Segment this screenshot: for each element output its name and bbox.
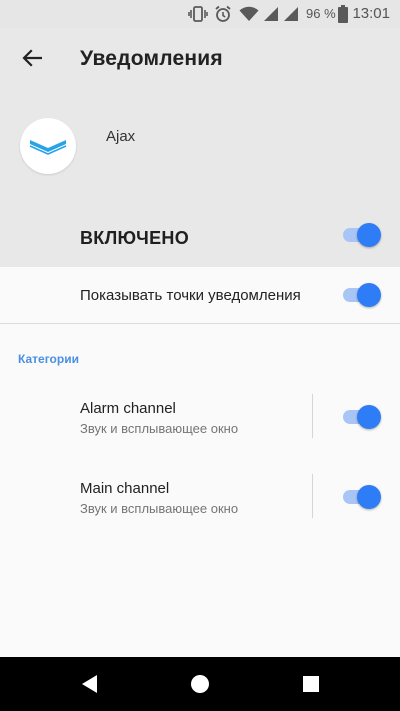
toggle-thumb xyxy=(357,485,381,509)
clock: 13:01 xyxy=(352,5,390,22)
vibrate-icon xyxy=(188,5,208,23)
alarm-icon xyxy=(213,5,233,23)
ajax-logo-icon xyxy=(29,137,67,155)
arrow-back-icon xyxy=(22,49,42,67)
show-notification-dots-row[interactable]: Показывать точки уведомления xyxy=(0,267,400,323)
recents-icon xyxy=(302,675,320,693)
app-header: Уведомления Ajax ВКЛЮЧЕНО xyxy=(0,28,400,267)
navigation-bar xyxy=(0,657,400,711)
app-icon xyxy=(20,118,76,174)
channel-row-alarm[interactable]: Alarm channel Звук и всплывающее окно xyxy=(0,390,400,450)
battery-percent: 96 % xyxy=(306,6,336,21)
channel-title: Alarm channel xyxy=(80,400,176,417)
toggle-thumb xyxy=(357,223,381,247)
wifi-icon xyxy=(238,5,260,23)
back-button[interactable] xyxy=(14,44,50,72)
vertical-divider xyxy=(312,394,313,438)
status-bar: 96 % 13:01 xyxy=(0,0,400,28)
toggle-thumb xyxy=(357,283,381,307)
nav-back-button[interactable] xyxy=(77,671,103,697)
home-icon xyxy=(190,674,210,694)
nav-home-button[interactable] xyxy=(187,671,213,697)
channel-title: Main channel xyxy=(80,480,170,497)
signal-icon xyxy=(262,5,280,23)
enabled-label: ВКЛЮЧЕНО xyxy=(80,228,189,248)
battery-icon xyxy=(337,5,349,23)
divider xyxy=(0,323,400,324)
app-name: Ajax xyxy=(106,128,136,145)
toggle-thumb xyxy=(357,405,381,429)
alarm-channel-toggle[interactable] xyxy=(343,405,381,429)
back-icon xyxy=(80,674,100,694)
page-title: Уведомления xyxy=(80,47,223,70)
show-notification-dots-label: Показывать точки уведомления xyxy=(80,287,301,304)
categories-header: Категории xyxy=(18,352,79,366)
channel-row-main[interactable]: Main channel Звук и всплывающее окно xyxy=(0,470,400,530)
enabled-toggle[interactable] xyxy=(343,223,381,247)
channel-subtitle: Звук и всплывающее окно xyxy=(80,421,239,436)
notification-dots-toggle[interactable] xyxy=(343,283,381,307)
channel-subtitle: Звук и всплывающее окно xyxy=(80,501,239,516)
vertical-divider xyxy=(312,474,313,518)
signal-icon xyxy=(282,5,300,23)
nav-recents-button[interactable] xyxy=(298,671,324,697)
main-channel-toggle[interactable] xyxy=(343,485,381,509)
